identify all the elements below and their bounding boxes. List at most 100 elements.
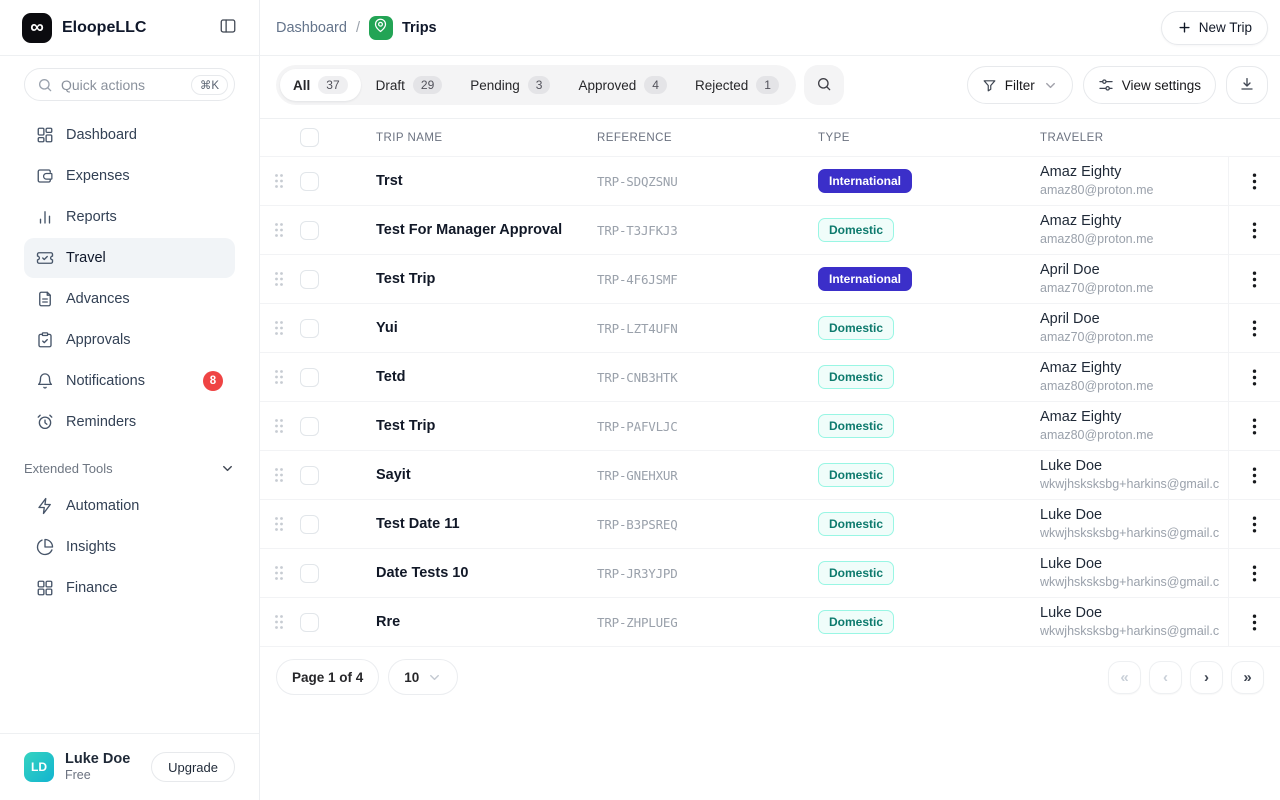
breadcrumb-dashboard[interactable]: Dashboard	[276, 20, 347, 36]
drag-handle[interactable]	[270, 467, 300, 483]
row-checkbox[interactable]	[300, 564, 319, 583]
drag-handle[interactable]	[270, 614, 300, 630]
row-menu-button[interactable]	[1246, 510, 1263, 539]
tab-pending[interactable]: Pending3	[457, 69, 563, 101]
filter-button[interactable]: Filter	[967, 66, 1073, 104]
trip-name[interactable]: Test Date 11	[376, 516, 597, 532]
trip-name[interactable]: Date Tests 10	[376, 565, 597, 581]
page-size-select[interactable]: 10	[388, 659, 458, 695]
table-row: Date Tests 10TRP-JR3YJPDDomesticLuke Doe…	[260, 549, 1280, 598]
row-menu-button[interactable]	[1246, 559, 1263, 588]
row-menu-button[interactable]	[1246, 216, 1263, 245]
header-checkbox-cell	[300, 128, 376, 147]
quick-actions-search[interactable]: Quick actions ⌘K	[24, 68, 235, 101]
row-checkbox[interactable]	[300, 466, 319, 485]
trip-name[interactable]: Rre	[376, 614, 597, 630]
last-page-button[interactable]: »	[1231, 661, 1264, 694]
trip-name[interactable]: Test Trip	[376, 271, 597, 287]
sidebar-item-reports[interactable]: Reports	[24, 197, 235, 237]
trip-name[interactable]: Yui	[376, 320, 597, 336]
avatar[interactable]: LD	[24, 752, 54, 782]
drag-handle[interactable]	[270, 369, 300, 385]
sidebar-footer: LD Luke Doe Free Upgrade	[0, 733, 259, 800]
trip-name[interactable]: Sayit	[376, 467, 597, 483]
drag-handle[interactable]	[270, 320, 300, 336]
traveler-name: Luke Doe	[1040, 604, 1228, 623]
sidebar-item-expenses[interactable]: Expenses	[24, 156, 235, 196]
next-page-button[interactable]: ›	[1190, 661, 1223, 694]
trip-name[interactable]: Tetd	[376, 369, 597, 385]
drag-handle[interactable]	[270, 271, 300, 287]
drag-handle[interactable]	[270, 173, 300, 189]
first-page-button[interactable]: «	[1108, 661, 1141, 694]
row-menu-button[interactable]	[1246, 265, 1263, 294]
row-checkbox[interactable]	[300, 172, 319, 191]
tab-count-badge: 1	[756, 76, 779, 94]
chevron-down-icon	[220, 461, 235, 476]
upgrade-button[interactable]: Upgrade	[151, 752, 235, 782]
sidebar-item-label: Advances	[66, 291, 130, 307]
sidebar-item-advances[interactable]: Advances	[24, 279, 235, 319]
row-checkbox[interactable]	[300, 515, 319, 534]
sidebar-item-notifications[interactable]: Notifications8	[24, 361, 235, 401]
row-menu-button[interactable]	[1246, 461, 1263, 490]
prev-page-button[interactable]: ‹	[1149, 661, 1182, 694]
view-settings-button[interactable]: View settings	[1083, 66, 1216, 104]
drag-handle[interactable]	[270, 222, 300, 238]
drag-handle[interactable]	[270, 565, 300, 581]
search-icon	[816, 76, 832, 95]
sidebar-item-reminders[interactable]: Reminders	[24, 402, 235, 442]
drag-handle[interactable]	[270, 516, 300, 532]
tab-rejected[interactable]: Rejected1	[682, 69, 792, 101]
trip-name[interactable]: Test Trip	[376, 418, 597, 434]
sidebar-section-extended-tools[interactable]: Extended Tools	[24, 461, 235, 476]
row-menu-button[interactable]	[1246, 167, 1263, 196]
tab-all[interactable]: All37	[280, 69, 361, 101]
table-search-button[interactable]	[804, 65, 844, 105]
trip-type-cell: Domestic	[818, 365, 1040, 389]
tab-draft[interactable]: Draft29	[363, 69, 456, 101]
tab-count-badge: 3	[528, 76, 551, 94]
trip-name[interactable]: Test For Manager Approval	[376, 222, 597, 238]
new-trip-button[interactable]: New Trip	[1161, 11, 1268, 45]
export-download-button[interactable]	[1226, 66, 1268, 104]
row-checkbox[interactable]	[300, 319, 319, 338]
trips-pin-icon	[369, 16, 393, 40]
select-all-checkbox[interactable]	[300, 128, 319, 147]
row-checkbox[interactable]	[300, 368, 319, 387]
trip-reference: TRP-LZT4UFN	[597, 321, 818, 336]
traveler-email: wkwjhsksksbg+harkins@gmail.c	[1040, 525, 1228, 541]
sidebar-collapse-button[interactable]	[217, 15, 239, 40]
table-row: YuiTRP-LZT4UFNDomesticApril Doeamaz70@pr…	[260, 304, 1280, 353]
row-menu-button[interactable]	[1246, 608, 1263, 637]
row-actions-cell	[1228, 451, 1280, 499]
row-checkbox[interactable]	[300, 613, 319, 632]
page-indicator[interactable]: Page 1 of 4	[276, 659, 379, 695]
trip-reference: TRP-T3JFKJ3	[597, 223, 818, 238]
sidebar-item-dashboard[interactable]: Dashboard	[24, 115, 235, 155]
drag-handle[interactable]	[270, 418, 300, 434]
row-checkbox[interactable]	[300, 221, 319, 240]
sidebar-item-finance[interactable]: Finance	[24, 568, 235, 608]
row-menu-button[interactable]	[1246, 314, 1263, 343]
row-checkbox[interactable]	[300, 270, 319, 289]
sidebar-item-automation[interactable]: Automation	[24, 486, 235, 526]
trips-table: TRIP NAMEREFERENCETYPETRAVELER TrstTRP-S…	[260, 118, 1280, 647]
trip-type-badge: Domestic	[818, 512, 894, 536]
traveler-cell: Amaz Eightyamaz80@proton.me	[1040, 359, 1228, 394]
keyboard-shortcut-badge: ⌘K	[191, 75, 228, 95]
trip-type-cell: Domestic	[818, 512, 1040, 536]
sidebar-item-label: Dashboard	[66, 127, 137, 143]
row-menu-button[interactable]	[1246, 412, 1263, 441]
trip-name[interactable]: Trst	[376, 173, 597, 189]
sidebar-item-approvals[interactable]: Approvals	[24, 320, 235, 360]
row-checkbox[interactable]	[300, 417, 319, 436]
ticket-icon	[36, 249, 54, 267]
page-size-value: 10	[404, 670, 419, 685]
tab-approved[interactable]: Approved4	[565, 69, 679, 101]
sidebar-item-insights[interactable]: Insights	[24, 527, 235, 567]
row-menu-button[interactable]	[1246, 363, 1263, 392]
sidebar-item-travel[interactable]: Travel	[24, 238, 235, 278]
traveler-name: Amaz Eighty	[1040, 163, 1228, 182]
panel-left-icon	[219, 17, 237, 38]
